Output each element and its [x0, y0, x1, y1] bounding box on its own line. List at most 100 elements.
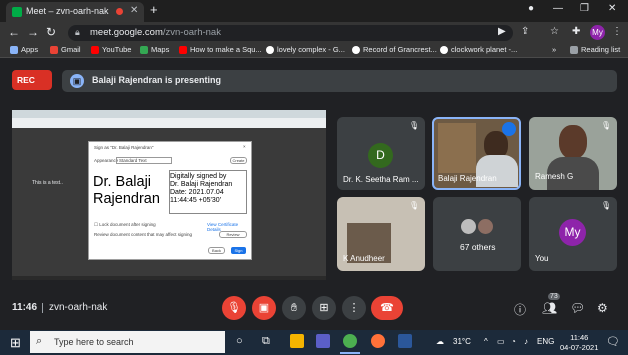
- hand-icon: ✋︎: [290, 302, 298, 314]
- reading-list-icon: [570, 45, 578, 54]
- shared-window-titlebar: [12, 110, 326, 118]
- youtube-icon: [179, 45, 187, 54]
- signature-details: Digitally signed by Dr. Balaji Rajendran…: [170, 173, 233, 204]
- doc-text: This is a test..: [32, 180, 63, 186]
- google-icon: [266, 45, 274, 54]
- windows-start-icon[interactable]: ⊞: [10, 335, 21, 351]
- appearance-label: Appearance: [94, 158, 119, 163]
- leave-call-button[interactable]: ☎︎: [371, 296, 403, 320]
- back-icon[interactable]: ←: [8, 25, 20, 39]
- participant-name: K Anudheer: [343, 254, 385, 263]
- bookmark-youtube[interactable]: YouTube: [91, 45, 131, 54]
- raise-hand-button[interactable]: ✋︎: [282, 296, 306, 320]
- close-tab-icon[interactable]: ✕: [130, 5, 138, 16]
- star-icon[interactable]: ☆: [550, 26, 559, 37]
- tab-title: Meet – zvn-oarh-nak: [26, 6, 109, 16]
- bookmark-youtube-video[interactable]: How to make a Squ...: [179, 45, 262, 54]
- bookmark-google-search[interactable]: clockwork planet -...: [440, 45, 517, 54]
- tray-chevron-icon[interactable]: ^: [484, 337, 488, 346]
- google-icon: [352, 45, 360, 54]
- search-icon: ⌕: [36, 335, 43, 347]
- minimize-button[interactable]: —: [553, 3, 563, 14]
- participant-tile[interactable]: 🎙︎ Ramesh G: [529, 117, 617, 190]
- teams-icon[interactable]: [316, 334, 330, 348]
- phone-hangup-icon: ☎︎: [380, 302, 394, 314]
- camera-permission-icon[interactable]: ▶: [498, 26, 506, 37]
- reload-icon[interactable]: ↻: [46, 25, 56, 39]
- self-tile[interactable]: 🎙︎ My You: [529, 197, 617, 271]
- new-tab-button[interactable]: +: [150, 2, 158, 17]
- language-indicator[interactable]: ENG: [537, 337, 554, 346]
- camera-toggle-button[interactable]: ▣: [252, 296, 276, 320]
- firefox-icon[interactable]: [371, 334, 385, 348]
- dialog-close-icon[interactable]: ×: [243, 144, 246, 149]
- sign-button[interactable]: Sign: [231, 247, 246, 254]
- url-text: meet.google.com/zvn-oarh-nak: [90, 27, 221, 38]
- reading-list[interactable]: Reading list: [570, 45, 620, 54]
- menu-icon[interactable]: ⋮: [612, 26, 622, 37]
- battery-icon[interactable]: ▭: [497, 337, 505, 346]
- bookmark-google-search[interactable]: lovely complex - G...: [266, 45, 345, 54]
- mic-off-icon: 🎙︎: [601, 201, 612, 210]
- taskbar-clock[interactable]: 11:46 04-07-2021: [560, 333, 598, 353]
- youtube-icon: [91, 45, 99, 54]
- people-icon[interactable]: 👥︎: [542, 301, 557, 315]
- notifications-icon[interactable]: 🗨︎: [606, 335, 620, 348]
- create-button[interactable]: Create: [230, 157, 247, 164]
- apps-grid-icon: [10, 45, 18, 54]
- close-window-button[interactable]: ✕: [608, 3, 616, 14]
- appearance-select[interactable]: Standard Text: [116, 157, 172, 164]
- mic-off-icon: 🎙︎: [409, 121, 420, 130]
- mic-off-icon: 🎙︎: [601, 121, 612, 130]
- dialog-title: Sign as "Dr. Balaji Rajendran": [94, 145, 154, 150]
- activities-icon[interactable]: ⚙︎: [597, 301, 608, 315]
- participant-tile[interactable]: 🎙︎ D Dr. K. Seetha Ram ...: [337, 117, 425, 190]
- chrome-icon[interactable]: [343, 334, 357, 348]
- share-icon[interactable]: ⇪: [521, 26, 529, 37]
- mic-toggle-button[interactable]: 🎙︎: [222, 296, 246, 320]
- avatar: My: [559, 219, 586, 246]
- chat-icon[interactable]: 💬︎: [570, 301, 585, 315]
- bookmark-maps[interactable]: Maps: [140, 45, 169, 54]
- participant-name: Balaji Rajendran: [438, 174, 497, 183]
- presentation-icon: ▣: [70, 74, 84, 88]
- forward-icon[interactable]: →: [27, 25, 39, 39]
- weather-temperature[interactable]: 31°C: [453, 337, 471, 346]
- word-icon[interactable]: [398, 334, 412, 348]
- recording-dot-icon: [116, 8, 123, 15]
- browser-tab[interactable]: Meet – zvn-oarh-nak ✕: [6, 2, 144, 22]
- avatar: D: [368, 143, 393, 168]
- profile-avatar[interactable]: My: [590, 25, 605, 40]
- present-screen-icon: ⊞: [319, 302, 329, 314]
- review-button[interactable]: Review: [219, 231, 247, 238]
- back-button[interactable]: Back: [208, 247, 225, 254]
- mic-off-icon: 🎙︎: [409, 201, 420, 210]
- cortana-icon[interactable]: ○: [236, 335, 243, 347]
- participant-name: Ramesh G: [535, 172, 574, 181]
- bookmark-apps[interactable]: Apps: [10, 45, 38, 54]
- participant-name: Dr. K. Seetha Ram ...: [343, 175, 419, 184]
- media-control-icon[interactable]: ●: [528, 3, 534, 14]
- present-button[interactable]: ⊞: [312, 296, 336, 320]
- restore-button[interactable]: ❐: [580, 3, 589, 14]
- bookmark-google-search[interactable]: Record of Grancrest...: [352, 45, 437, 54]
- others-tile[interactable]: 67 others: [433, 197, 521, 271]
- extensions-icon[interactable]: ✚: [572, 26, 580, 37]
- more-options-button[interactable]: ⋮: [342, 296, 366, 320]
- bookmark-gmail[interactable]: Gmail: [50, 45, 81, 54]
- volume-icon[interactable]: ♪: [524, 337, 528, 346]
- divider: [42, 303, 43, 313]
- google-icon: [440, 45, 448, 54]
- lock-document-checkbox[interactable]: ☐ Lock document after signing: [94, 222, 156, 228]
- meeting-details-icon[interactable]: ⓘ: [514, 301, 526, 318]
- file-explorer-icon[interactable]: [290, 334, 304, 348]
- task-view-icon[interactable]: ⧉: [262, 335, 270, 348]
- participant-tile-speaking[interactable]: Balaji Rajendran: [432, 117, 521, 190]
- weather-icon[interactable]: ☁︎: [436, 337, 444, 346]
- avatar: [478, 219, 493, 234]
- network-icon[interactable]: ◔: [511, 337, 516, 346]
- signature-name: Dr. Balaji Rajendran: [93, 174, 160, 207]
- participant-count-badge: 73: [548, 293, 560, 300]
- chevron-right-icon[interactable]: »: [552, 45, 556, 54]
- participant-tile[interactable]: 🎙︎ K Anudheer: [337, 197, 425, 271]
